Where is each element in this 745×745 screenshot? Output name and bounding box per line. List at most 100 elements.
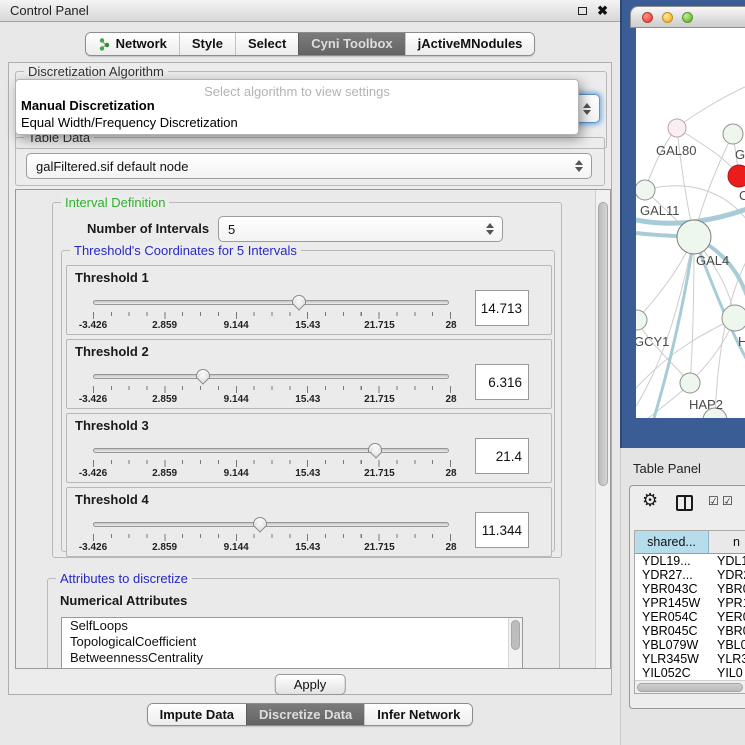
- table-row[interactable]: YDR27...YDR2: [635, 568, 745, 582]
- number-of-intervals-spinner[interactable]: 5: [218, 216, 503, 242]
- control-panel-titlebar: Control Panel ✖: [0, 0, 620, 22]
- threshold-2-slider[interactable]: [91, 368, 451, 384]
- slider-track[interactable]: [93, 300, 449, 305]
- attributes-group: Attributes to discretize Numerical Attri…: [47, 578, 560, 669]
- tab-network[interactable]: Network: [86, 33, 179, 55]
- tick-labels: -3.4262.859 9.14415.43 21.71528: [93, 320, 451, 332]
- node-label: GA: [735, 147, 745, 162]
- threshold-1-slider-handle[interactable]: [292, 295, 306, 305]
- network-icon: [98, 38, 111, 51]
- settings-vertical-scrollbar[interactable]: [595, 190, 610, 668]
- numerical-attributes-label: Numerical Attributes: [60, 593, 187, 608]
- list-item[interactable]: BetweennessCentrality: [62, 650, 522, 666]
- slider-track[interactable]: [93, 522, 449, 527]
- node-label: HAP2: [689, 397, 723, 412]
- node-label: GCY1: [636, 334, 669, 349]
- tab-infer-network[interactable]: Infer Network: [364, 704, 472, 725]
- table-row[interactable]: YIL052CYIL0: [635, 666, 745, 680]
- list-item[interactable]: TopologicalCoefficient: [62, 634, 522, 650]
- tick-labels: -3.4262.859 9.14415.43 21.71528: [93, 468, 451, 480]
- bottom-tab-bar: Impute Data Discretize Data Infer Networ…: [0, 703, 620, 726]
- node-label: GAL80: [656, 143, 696, 158]
- slider-track[interactable]: [93, 374, 449, 379]
- threshold-2-slider-handle[interactable]: [196, 369, 210, 379]
- checkbox-icon[interactable]: ☑: [722, 494, 733, 508]
- threshold-3-slider-handle[interactable]: [368, 443, 382, 453]
- tab-impute-data[interactable]: Impute Data: [148, 704, 246, 725]
- table-data-group: Table Data galFiltered.sif default node: [15, 137, 605, 186]
- number-of-intervals-label: Number of Intervals: [87, 221, 209, 236]
- node-label: C: [739, 188, 745, 203]
- combo-arrows-icon: [582, 103, 591, 115]
- list-scrollbar[interactable]: [508, 618, 522, 668]
- threshold-4-value-field[interactable]: [475, 512, 529, 548]
- mac-zoom-button[interactable]: [682, 12, 693, 23]
- node-table: shared... n YDL19...YDL1 YDR27...YDR2 YB…: [634, 530, 745, 694]
- threshold-3-box: Threshold 3 -3.4262.859 9.14415.43 21.71…: [66, 413, 552, 483]
- threshold-1-slider[interactable]: [91, 294, 451, 310]
- close-icon[interactable]: ✖: [597, 3, 608, 19]
- tick-labels: -3.4262.859 9.14415.43 21.71528: [93, 542, 451, 554]
- panel-title: Control Panel: [10, 3, 89, 18]
- table-row[interactable]: YBL079WYBL0: [635, 638, 745, 652]
- apply-button[interactable]: Apply: [275, 674, 346, 695]
- table-panel-area: Table Panel ⚙ ☑ ☑ shared... n YDL19...YD…: [620, 448, 745, 745]
- threshold-1-box: Threshold 1 -3.4262.859 9.14415.43 21.71…: [66, 265, 552, 335]
- threshold-3-value-field[interactable]: [475, 438, 529, 474]
- tab-jactivemnodules[interactable]: jActiveMNodules: [405, 33, 535, 55]
- threshold-1-value-field[interactable]: [475, 290, 529, 326]
- float-window-icon[interactable]: [578, 7, 587, 15]
- table-row[interactable]: YBR045CYBR0: [635, 624, 745, 638]
- column-header-name[interactable]: n: [709, 531, 745, 553]
- scrollbar-thumb[interactable]: [637, 683, 743, 692]
- tab-cyni-toolbox[interactable]: Cyni Toolbox: [298, 33, 404, 55]
- threshold-3-label: Threshold 3: [75, 418, 149, 433]
- right-side: GAL80 GA GAL11 GAL4 GCY1 H HAP2 C Table …: [620, 0, 745, 745]
- settings-scrollpane: Interval Definition Number of Intervals …: [15, 189, 611, 669]
- popup-item-equal-width[interactable]: Equal Width/Frequency Discretization: [16, 114, 578, 131]
- table-panel-title: Table Panel: [633, 461, 701, 476]
- list-item[interactable]: SelfLoops: [62, 618, 522, 634]
- table-panel-window: ⚙ ☑ ☑ shared... n YDL19...YDL1 YDR27...Y…: [629, 485, 745, 709]
- mac-close-button[interactable]: [642, 12, 653, 23]
- thresholds-group: Threshold's Coordinates for 5 Intervals …: [61, 250, 555, 552]
- threshold-3-slider[interactable]: [91, 442, 451, 458]
- combo-arrows-icon: [574, 160, 583, 172]
- tick-labels: -3.4262.859 9.14415.43 21.71528: [93, 394, 451, 406]
- threshold-4-slider-handle[interactable]: [253, 517, 267, 527]
- node-label: GAL4: [696, 253, 729, 268]
- tab-select[interactable]: Select: [235, 33, 298, 55]
- node-label: H: [738, 334, 745, 349]
- slider-track[interactable]: [93, 448, 449, 453]
- threshold-2-value-field[interactable]: [475, 364, 529, 400]
- threshold-2-box: Threshold 2 -3.4262.859 9.14415.43 21.71…: [66, 339, 552, 409]
- split-columns-icon[interactable]: [676, 495, 693, 511]
- table-header-row: shared... n: [635, 531, 745, 554]
- tab-style[interactable]: Style: [179, 33, 235, 55]
- threshold-4-slider[interactable]: [91, 516, 451, 532]
- threshold-4-label: Threshold 4: [75, 492, 149, 507]
- table-row[interactable]: YDL19...YDL1: [635, 554, 745, 568]
- table-row[interactable]: YBR043CYBR0: [635, 582, 745, 596]
- table-row[interactable]: YPR145WYPR1: [635, 596, 745, 610]
- tab-discretize-data[interactable]: Discretize Data: [246, 704, 364, 725]
- column-header-shared-name[interactable]: shared...: [635, 531, 709, 553]
- threshold-2-label: Threshold 2: [75, 344, 149, 359]
- checkbox-icon[interactable]: ☑: [708, 494, 719, 508]
- table-row[interactable]: YLR345WYLR3: [635, 652, 745, 666]
- scrollbar-thumb[interactable]: [598, 202, 608, 486]
- network-window-titlebar: [630, 6, 745, 28]
- table-toolbar: ⚙ ☑ ☑: [630, 486, 745, 520]
- mac-minimize-button[interactable]: [662, 12, 673, 23]
- gear-icon[interactable]: ⚙: [642, 490, 658, 511]
- attributes-group-label: Attributes to discretize: [56, 571, 192, 586]
- popup-item-manual-discretization[interactable]: Manual Discretization: [16, 97, 578, 114]
- table-horizontal-scrollbar[interactable]: [635, 680, 745, 693]
- control-panel: Control Panel ✖ Network Style Select Cyn…: [0, 0, 620, 745]
- network-canvas[interactable]: GAL80 GA GAL11 GAL4 GCY1 H HAP2 C: [636, 28, 745, 418]
- threshold-1-label: Threshold 1: [75, 270, 149, 285]
- threshold-4-box: Threshold 4 -3.4262.859 9.14415.43 21.71…: [66, 487, 552, 557]
- popup-placeholder-item[interactable]: Select algorithm to view settings: [16, 80, 578, 97]
- table-data-combobox[interactable]: galFiltered.sif default node: [26, 153, 592, 179]
- table-row[interactable]: YER054CYER0: [635, 610, 745, 624]
